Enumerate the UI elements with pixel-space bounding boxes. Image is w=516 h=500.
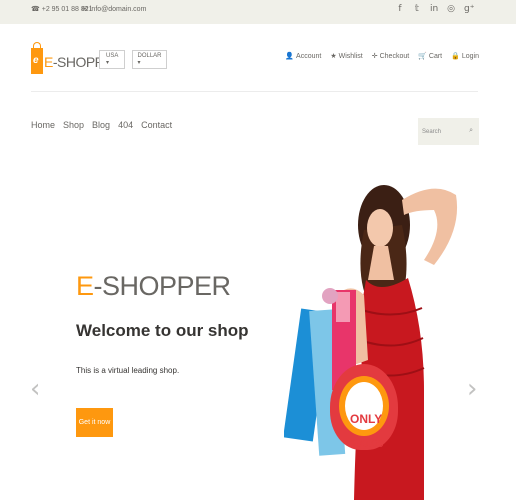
account-label: Account — [296, 52, 322, 60]
account-link[interactable]: 👤 Account — [285, 52, 321, 60]
email-address[interactable]: info@domain.com — [90, 6, 147, 13]
logo-letter-e: E — [44, 53, 53, 70]
twitter-icon[interactable]: 𝕥 — [413, 3, 421, 15]
slide-description: This is a virtual leading shop. — [76, 366, 180, 375]
shopping-bag-icon: e — [31, 42, 43, 74]
slide-subtitle: Welcome to our shop — [76, 321, 249, 340]
checkout-label: Checkout — [379, 52, 410, 60]
nav-404[interactable]: 404 — [118, 120, 133, 130]
main-nav: Home Shop Blog 404 Contact — [31, 120, 172, 130]
checkout-link[interactable]: ✛ Checkout — [372, 52, 409, 60]
contact-email[interactable]: ✉ info@domain.com — [82, 5, 147, 14]
google-plus-icon[interactable]: g⁺ — [464, 3, 474, 15]
country-dropdown[interactable]: USA ▾ — [99, 50, 125, 69]
wishlist-link[interactable]: ★ Wishlist — [330, 52, 362, 60]
cart-link[interactable]: 🛒 Cart — [418, 52, 442, 60]
page: ☎ +2 95 01 88 821 ✉ info@domain.com f 𝕥 … — [0, 0, 516, 500]
login-label: Login — [461, 52, 479, 60]
currency-dropdown[interactable]: DOLLAR ▾ — [132, 50, 167, 69]
slide-title-rest: -SHOPPER — [93, 271, 232, 301]
slider-next-arrow-icon[interactable]: › — [467, 374, 477, 404]
badge-price: $99.00 — [350, 438, 384, 450]
linkedin-icon[interactable]: in — [430, 3, 438, 15]
login-link[interactable]: 🔒 Login — [451, 52, 479, 60]
cart-icon: 🛒 — [418, 52, 427, 60]
search-input[interactable]: Search — [422, 129, 441, 135]
social-links: f 𝕥 in ◎ g⁺ — [396, 3, 474, 15]
nav-blog[interactable]: Blog — [92, 120, 110, 130]
nav-contact[interactable]: Contact — [141, 120, 172, 130]
wishlist-label: Wishlist — [338, 52, 363, 60]
envelope-icon: ✉ — [82, 6, 88, 13]
crosshairs-icon: ✛ — [371, 52, 378, 60]
top-info-bar: ☎ +2 95 01 88 821 ✉ info@domain.com f 𝕥 … — [0, 0, 516, 24]
search-icon[interactable]: ⌕ — [469, 127, 473, 135]
slide-title: E-SHOPPER — [76, 271, 231, 302]
user-icon: 👤 — [285, 52, 295, 60]
lock-icon: 🔒 — [451, 52, 460, 60]
nav-home[interactable]: Home — [31, 120, 55, 130]
phone-icon: ☎ — [31, 6, 40, 13]
header-divider — [31, 91, 478, 92]
get-it-now-button[interactable]: Get it now — [76, 408, 113, 437]
slide-title-e: E — [76, 271, 94, 301]
slider-prev-arrow-icon[interactable]: ‹ — [30, 374, 40, 404]
user-menu: 👤 Account ★ Wishlist ✛ Checkout 🛒 Cart 🔒… — [285, 52, 479, 60]
star-icon: ★ — [330, 52, 337, 60]
cart-label: Cart — [428, 52, 443, 60]
badge-only-label: ONLY — [350, 412, 383, 426]
facebook-icon[interactable]: f — [396, 3, 404, 15]
nav-shop[interactable]: Shop — [63, 120, 84, 130]
hero-woman-image — [284, 185, 458, 500]
dribbble-icon[interactable]: ◎ — [447, 3, 455, 15]
search-box[interactable]: Search ⌕ — [418, 118, 479, 145]
